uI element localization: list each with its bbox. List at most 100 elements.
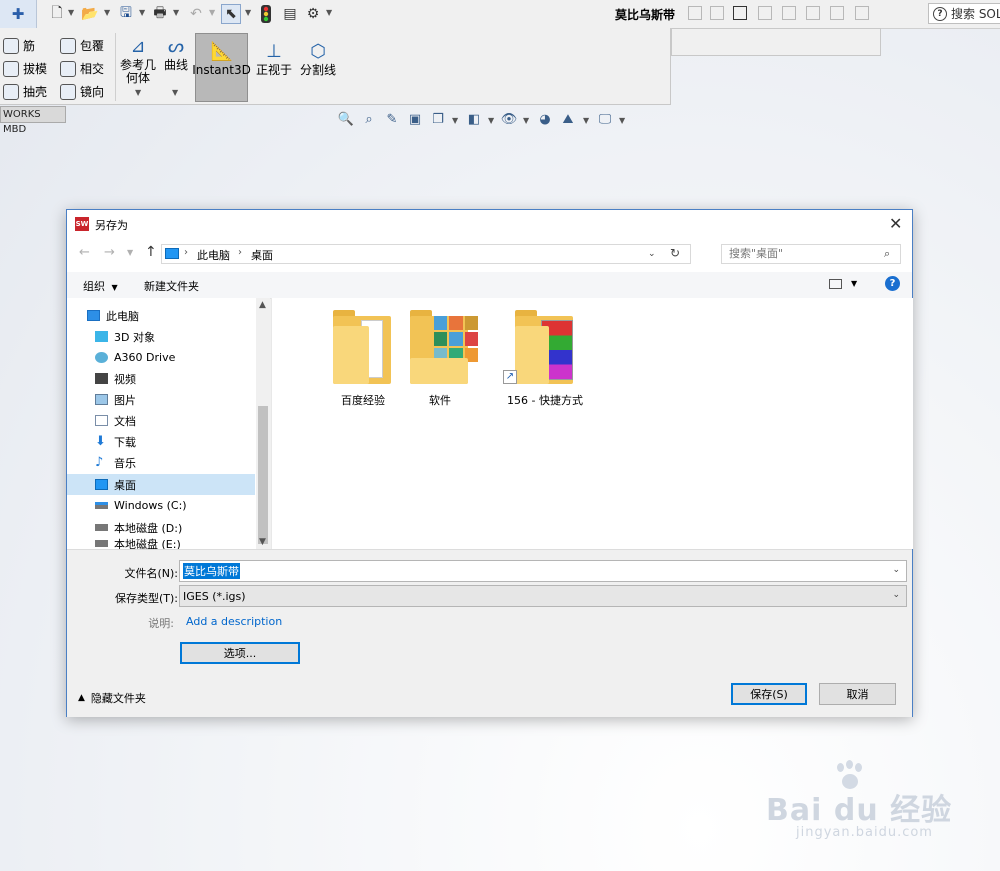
- rebuild-traffic-light-icon[interactable]: [259, 4, 273, 24]
- folder-item[interactable]: 软件: [385, 310, 495, 408]
- wrap-button[interactable]: 包覆: [60, 37, 104, 54]
- undo-icon[interactable]: ↶: [187, 4, 205, 24]
- scroll-up-icon[interactable]: ▲: [259, 300, 266, 310]
- intersect-button[interactable]: 相交: [60, 60, 104, 77]
- zoom-area-icon[interactable]: ⌕: [361, 111, 377, 127]
- undo-dropdown-icon[interactable]: ▼: [209, 8, 215, 17]
- filetype-select[interactable]: IGES (*.igs) ⌄: [179, 585, 907, 607]
- scroll-down-icon[interactable]: ▼: [259, 537, 266, 547]
- search-input[interactable]: 搜索"桌面" ⌕: [721, 244, 901, 264]
- open-dropdown-icon[interactable]: ▼: [104, 8, 110, 17]
- help-search-box[interactable]: ? 搜索 SOLI: [928, 3, 1000, 24]
- save-icon[interactable]: 🖫: [117, 4, 135, 24]
- zoom-to-fit-icon[interactable]: 🔍: [338, 111, 354, 127]
- folder-item[interactable]: ↗ 156 - 快捷方式: [490, 310, 600, 408]
- new-folder-button[interactable]: 新建文件夹: [144, 278, 199, 294]
- scene-dropdown-icon[interactable]: ▼: [583, 116, 589, 125]
- reference-geometry-button[interactable]: ⊿ 参考几何体: [120, 37, 156, 85]
- save-dropdown-icon[interactable]: ▼: [139, 8, 145, 17]
- breadcrumb-this-pc[interactable]: 此电脑: [197, 247, 230, 263]
- view-options-dropdown-icon[interactable]: ▼: [851, 279, 857, 288]
- back-icon[interactable]: ←: [79, 245, 90, 260]
- annotation-icon-8[interactable]: [855, 6, 869, 20]
- nav-scrollbar-thumb[interactable]: [258, 406, 268, 544]
- nav-item-this-pc[interactable]: 此电脑: [67, 305, 255, 326]
- hide-folders-toggle[interactable]: ▲ 隐藏文件夹: [78, 690, 146, 706]
- print-dropdown-icon[interactable]: ▼: [173, 8, 179, 17]
- forward-icon[interactable]: →: [104, 245, 115, 260]
- open-icon[interactable]: 📂: [80, 4, 100, 24]
- filetype-dropdown-icon[interactable]: ⌄: [892, 590, 900, 600]
- display-style-dropdown-icon[interactable]: ▼: [488, 116, 494, 125]
- normal-to-button[interactable]: ⊥ 正视于: [254, 42, 294, 77]
- recent-dropdown-icon[interactable]: ▼: [127, 248, 133, 257]
- hide-show-dropdown-icon[interactable]: ▼: [523, 116, 529, 125]
- file-properties-icon[interactable]: ▤: [281, 4, 299, 24]
- view-orientation-icon[interactable]: ❐: [430, 111, 446, 127]
- refresh-icon[interactable]: ↻: [670, 246, 680, 260]
- section-view-icon[interactable]: ▣: [407, 111, 423, 127]
- annotation-icon-1[interactable]: [688, 6, 702, 20]
- options-dropdown-icon[interactable]: ▼: [326, 8, 332, 17]
- monitor-dropdown-icon[interactable]: ▼: [619, 116, 625, 125]
- print-icon[interactable]: 🖶: [150, 4, 170, 24]
- display-style-icon[interactable]: ◧: [466, 111, 482, 127]
- rib-button[interactable]: 筋: [3, 37, 35, 54]
- watermark-logo: Bai du 经验: [766, 793, 953, 828]
- annotation-icon-5[interactable]: [782, 6, 796, 20]
- previous-view-icon[interactable]: ✎: [384, 111, 400, 127]
- add-description-link[interactable]: Add a description: [186, 615, 282, 628]
- cancel-button[interactable]: 取消: [819, 683, 896, 705]
- nav-item-a360-drive[interactable]: A360 Drive: [67, 347, 255, 368]
- window-title: 莫比乌斯带: [614, 8, 675, 22]
- close-icon[interactable]: ✕: [889, 214, 902, 233]
- view-orientation-dropdown-icon[interactable]: ▼: [452, 116, 458, 125]
- nav-item-downloads[interactable]: ⬇ 下载: [67, 431, 255, 452]
- nav-item-pictures[interactable]: 图片: [67, 389, 255, 410]
- pin-icon[interactable]: ✚: [0, 0, 37, 28]
- view-options-icon[interactable]: [829, 279, 842, 289]
- nav-item-videos[interactable]: 视频: [67, 368, 255, 389]
- filename-input[interactable]: 莫比乌斯带 ⌄: [179, 560, 907, 582]
- annotation-icon-7[interactable]: [830, 6, 844, 20]
- save-button[interactable]: 保存(S): [731, 683, 807, 705]
- annotation-icon-2[interactable]: [710, 6, 724, 20]
- annotation-ribbon: [671, 28, 881, 56]
- nav-item-3d-objects[interactable]: 3D 对象: [67, 326, 255, 347]
- appearance-icon[interactable]: ◕: [537, 111, 553, 127]
- up-icon[interactable]: ↑: [145, 244, 157, 260]
- mbd-tab[interactable]: WORKS MBD: [0, 106, 66, 135]
- curves-dropdown-icon[interactable]: ▼: [172, 88, 178, 97]
- filename-dropdown-icon[interactable]: ⌄: [892, 565, 900, 575]
- help-icon[interactable]: ?: [885, 276, 900, 291]
- new-dropdown-icon[interactable]: ▼: [68, 8, 74, 17]
- draft-button[interactable]: 拔模: [3, 60, 47, 77]
- scene-icon[interactable]: ⛰: [560, 111, 576, 127]
- split-line-button[interactable]: ⬡ 分割线: [298, 42, 338, 77]
- nav-item-local-d[interactable]: 本地磁盘 (D:): [67, 517, 255, 538]
- annotation-icon-4[interactable]: [758, 6, 772, 20]
- curves-button[interactable]: ᔕ 曲线: [161, 37, 191, 72]
- new-file-icon[interactable]: 🗋: [48, 4, 66, 24]
- gear-icon[interactable]: ⚙: [304, 4, 322, 24]
- mirror-button[interactable]: 镜向: [60, 83, 104, 100]
- address-dropdown-icon[interactable]: ⌄: [648, 249, 656, 259]
- nav-item-documents[interactable]: 文档: [67, 410, 255, 431]
- select-dropdown-icon[interactable]: ▼: [245, 8, 251, 17]
- organize-button[interactable]: 组织 ▼: [83, 278, 118, 294]
- nav-item-windows-c[interactable]: Windows (C:): [67, 495, 255, 516]
- nav-item-local-e[interactable]: 本地磁盘 (E:): [67, 538, 255, 549]
- options-button[interactable]: 选项...: [180, 642, 300, 664]
- select-cursor-icon[interactable]: ⬉: [221, 4, 241, 24]
- nav-item-desktop[interactable]: 桌面: [67, 474, 255, 495]
- nav-item-label: 视频: [114, 372, 136, 386]
- address-bar[interactable]: › 此电脑 › 桌面 ⌄ ↻: [161, 244, 691, 264]
- annotation-icon-3[interactable]: [733, 6, 747, 20]
- annotation-icon-6[interactable]: [806, 6, 820, 20]
- breadcrumb-desktop[interactable]: 桌面: [251, 247, 273, 263]
- monitor-icon[interactable]: 🖵: [597, 111, 613, 127]
- hide-show-icon[interactable]: 👁: [501, 111, 518, 127]
- reference-geometry-dropdown-icon[interactable]: ▼: [135, 88, 141, 97]
- nav-item-music[interactable]: ♪ 音乐: [67, 452, 255, 473]
- shell-button[interactable]: 抽壳: [3, 83, 47, 100]
